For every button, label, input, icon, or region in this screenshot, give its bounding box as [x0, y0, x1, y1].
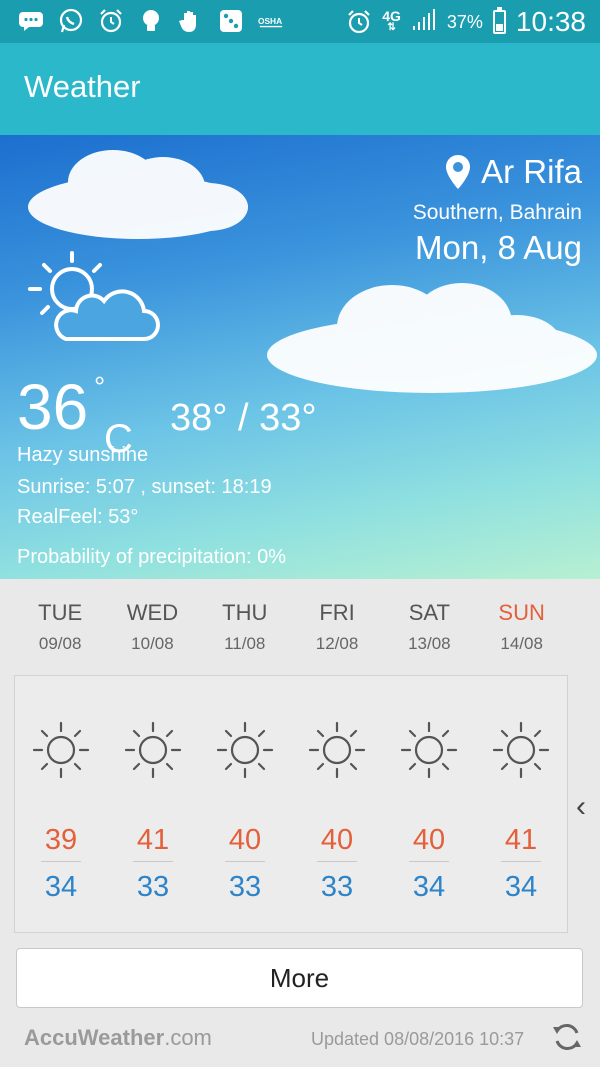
low-temp: 33 — [136, 871, 170, 903]
forecast-day[interactable]: 40 34 — [383, 676, 475, 932]
low-temp: 34 — [412, 871, 446, 903]
osha-icon: OSHA — [258, 8, 284, 34]
signal-icon — [411, 8, 437, 37]
status-time: 10:38 — [515, 6, 586, 37]
temp-divider — [409, 861, 449, 862]
battery-icon — [492, 7, 506, 34]
day-header: WED 10/08 — [106, 600, 198, 670]
sun-icon — [216, 721, 274, 779]
day-header: SUN 14/08 — [475, 600, 567, 670]
location-pin-icon — [446, 155, 471, 189]
day-header: THU 11/08 — [199, 600, 291, 670]
forecast-day[interactable]: 40 33 — [291, 676, 383, 932]
day-date: 11/08 — [224, 634, 266, 653]
forecast-day[interactable]: 41 34 — [475, 676, 567, 932]
high-temp: 39 — [44, 824, 78, 856]
high-temp: 40 — [228, 824, 262, 856]
current-weather-panel[interactable]: Ar Rifa Southern, Bahrain Mon, 8 Aug 36 … — [0, 135, 600, 579]
last-updated: Updated 08/08/2016 10:37 — [311, 1029, 525, 1049]
lightbulb-icon — [138, 8, 164, 34]
alarm-icon — [98, 8, 124, 34]
background-cloud-right — [267, 283, 597, 393]
high-temp: 40 — [320, 824, 354, 856]
location-name: Ar Rifa — [481, 153, 582, 190]
message-icon — [18, 8, 44, 34]
temp-divider — [501, 861, 541, 862]
degree-symbol: ° — [94, 371, 106, 402]
sun-icon — [124, 721, 182, 779]
app-title: Weather — [24, 69, 141, 104]
sun-icon — [492, 721, 550, 779]
whatsapp-icon — [58, 8, 84, 34]
high-temp: 40 — [412, 824, 446, 856]
day-header: SAT 13/08 — [383, 600, 475, 670]
brand-suffix: .com — [164, 1025, 212, 1050]
notification-icons: OSHA — [18, 8, 284, 34]
forecast-day[interactable]: 39 34 — [15, 676, 107, 932]
accuweather-logo[interactable]: AccuWeather.com — [24, 1025, 212, 1051]
status-bar: OSHA 4G ⇅ 37% 10:38 — [0, 0, 600, 43]
svg-text:OSHA: OSHA — [258, 16, 282, 26]
high-temp: 41 — [136, 824, 170, 856]
low-temp: 33 — [228, 871, 262, 903]
day-date: 10/08 — [131, 634, 174, 653]
day-name: WED — [126, 600, 179, 625]
high-low-temperature: 38° / 33° — [170, 397, 317, 439]
sun-icon — [32, 721, 90, 779]
forecast-day-headers: TUE 09/08 WED 10/08 THU 11/08 FRI 12/08 … — [14, 600, 568, 670]
day-date: 14/08 — [500, 634, 543, 653]
forecast-day[interactable]: 40 33 — [199, 676, 291, 932]
dice-icon — [218, 8, 244, 34]
forecast-day[interactable]: 41 33 — [107, 676, 199, 932]
day-name: SUN — [498, 600, 545, 625]
temp-divider — [317, 861, 357, 862]
partly-sunny-icon — [28, 251, 160, 341]
app-bar: Weather — [0, 43, 600, 135]
background-cloud-left — [28, 150, 248, 239]
refresh-icon[interactable] — [552, 1021, 582, 1053]
precipitation-probability: Probability of precipitation: 0% — [17, 546, 287, 568]
day-name: FRI — [319, 600, 355, 625]
day-name: TUE — [38, 600, 83, 625]
weather-condition: Hazy sunshine — [17, 444, 149, 466]
location-region: Southern, Bahrain — [412, 201, 582, 224]
current-temperature: 36 — [17, 371, 89, 443]
high-temp: 41 — [504, 824, 538, 856]
network-type-label: 4G — [382, 8, 401, 24]
day-name: THU — [222, 600, 268, 625]
chevron-left-icon[interactable]: ‹ — [576, 790, 586, 824]
network-type: 4G ⇅ — [382, 8, 401, 34]
sun-icon — [400, 721, 458, 779]
day-name: SAT — [408, 600, 450, 625]
day-date: 12/08 — [315, 634, 359, 653]
brand-name: AccuWeather — [24, 1025, 165, 1050]
temp-divider — [41, 861, 81, 862]
day-header: FRI 12/08 — [291, 600, 383, 670]
low-temp: 33 — [320, 871, 354, 903]
current-date: Mon, 8 Aug — [415, 229, 582, 266]
more-button-label: More — [269, 962, 330, 993]
sun-icon — [308, 721, 366, 779]
low-temp: 34 — [44, 871, 78, 903]
temp-divider — [225, 861, 265, 862]
temp-divider — [133, 861, 173, 862]
sun-times: Sunrise: 5:07 , sunset: 18:19 — [17, 476, 272, 498]
low-temp: 34 — [504, 871, 538, 903]
location[interactable]: Ar Rifa — [445, 153, 582, 191]
alarm-status-icon — [346, 9, 372, 35]
hand-icon — [178, 8, 204, 34]
battery-percent: 37% — [446, 11, 483, 32]
day-header: TUE 09/08 — [14, 600, 106, 670]
forecast-card[interactable]: 39 34 41 33 40 33 40 33 40 34 41 34 — [14, 675, 568, 933]
more-button[interactable]: More — [16, 948, 583, 1008]
day-date: 09/08 — [38, 634, 82, 653]
realfeel: RealFeel: 53° — [17, 506, 139, 528]
day-date: 13/08 — [408, 634, 451, 653]
